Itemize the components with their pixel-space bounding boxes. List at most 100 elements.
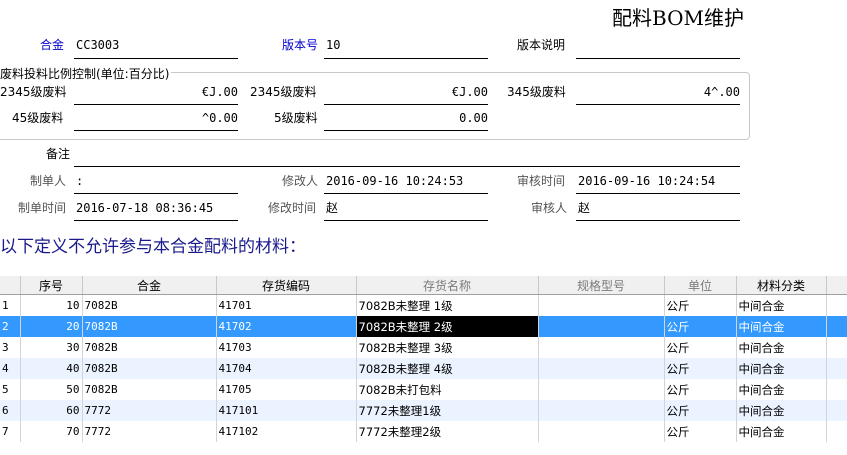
table-row[interactable]: 4 40 7082B 41704 7082B未整理 4级 公斤 中间合金: [0, 358, 847, 379]
waste-45-field[interactable]: ^0.00: [76, 110, 238, 126]
cell-spec[interactable]: [538, 400, 665, 421]
row-number[interactable]: 4: [0, 358, 21, 379]
table-row[interactable]: 6 60 7772 417101 7772未整理1级 公斤 中间合金: [0, 400, 847, 421]
waste-345-field[interactable]: 4^.00: [578, 84, 740, 100]
excluded-materials-grid[interactable]: 序号 合金 存货编码 存货名称 规格型号 单位 材料分类 1 10 7082B …: [0, 276, 847, 455]
cell-seq[interactable]: 10: [20, 294, 83, 316]
waste-5-label: 5级废料: [274, 111, 318, 125]
review-time-underline: [576, 193, 740, 194]
cell-category[interactable]: 中间合金: [736, 379, 827, 400]
row-number[interactable]: 1: [0, 294, 21, 316]
waste-2345-field-a[interactable]: €J.00: [76, 84, 238, 100]
table-row[interactable]: 1 10 7082B 41701 7082B未整理 1级 公斤 中间合金: [0, 294, 847, 316]
col-header-name[interactable]: 存货名称: [356, 276, 539, 295]
cell-seq[interactable]: 40: [20, 358, 83, 379]
col-header-seq[interactable]: 序号: [20, 276, 83, 295]
waste-2345-label-a: 2345级废料: [0, 85, 67, 99]
cell-spec[interactable]: [538, 379, 665, 400]
row-number[interactable]: 2: [0, 316, 21, 337]
cell-name[interactable]: 7772未整理1级: [356, 400, 539, 421]
cell-alloy[interactable]: 7082B: [82, 358, 217, 379]
cell-seq[interactable]: 30: [20, 337, 83, 358]
cell-name-active[interactable]: 7082B未整理 2级: [356, 316, 539, 337]
create-time-field[interactable]: 2016-07-18 08:36:45: [76, 200, 213, 216]
cell-alloy[interactable]: 7772: [82, 421, 217, 442]
cell-name[interactable]: 7082B未打包料: [356, 379, 539, 400]
modifier-field[interactable]: 2016-09-16 10:24:53: [326, 173, 463, 189]
cell-category[interactable]: 中间合金: [736, 316, 827, 337]
col-header-spec[interactable]: 规格型号: [538, 276, 665, 295]
alloy-label: 合金: [40, 38, 65, 52]
row-number[interactable]: 6: [0, 400, 21, 421]
cell-unit[interactable]: 公斤: [664, 316, 737, 337]
cell-category[interactable]: 中间合金: [736, 421, 827, 442]
col-header-category[interactable]: 材料分类: [736, 276, 827, 295]
col-header-unit[interactable]: 单位: [664, 276, 737, 295]
cell-spec[interactable]: [538, 421, 665, 442]
cell-name[interactable]: 7082B未整理 3级: [356, 337, 539, 358]
alloy-field-underline: [74, 58, 238, 59]
cell-alloy[interactable]: 7082B: [82, 316, 217, 337]
col-header-alloy[interactable]: 合金: [82, 276, 217, 295]
cell-unit[interactable]: 公斤: [664, 421, 737, 442]
cell-spec[interactable]: [538, 316, 665, 337]
modifier-label: 修改人: [282, 174, 319, 188]
waste-2345-underline-a: [74, 104, 238, 105]
cell-code[interactable]: 41701: [216, 294, 357, 316]
cell-unit[interactable]: 公斤: [664, 294, 737, 316]
version-desc-label: 版本说明: [517, 38, 566, 52]
table-row[interactable]: 5 50 7082B 41705 7082B未打包料 公斤 中间合金: [0, 379, 847, 400]
cell-unit[interactable]: 公斤: [664, 379, 737, 400]
table-row[interactable]: 3 30 7082B 41703 7082B未整理 3级 公斤 中间合金: [0, 337, 847, 358]
cell-code[interactable]: 41703: [216, 337, 357, 358]
waste-5-field[interactable]: 0.00: [326, 110, 488, 126]
cell-alloy[interactable]: 7082B: [82, 294, 217, 316]
cell-code[interactable]: 41704: [216, 358, 357, 379]
creator-field[interactable]: :: [76, 173, 83, 189]
reviewer-field[interactable]: 赵: [578, 200, 590, 216]
waste-5-underline: [324, 130, 488, 131]
waste-ratio-group-title: 废料投料比例控制(单位:百分比): [0, 65, 172, 82]
row-number[interactable]: 3: [0, 337, 21, 358]
waste-2345-field-b[interactable]: €J.00: [326, 84, 488, 100]
modify-time-underline: [324, 220, 488, 221]
create-time-underline: [74, 220, 238, 221]
cell-alloy[interactable]: 7082B: [82, 379, 217, 400]
cell-seq[interactable]: 50: [20, 379, 83, 400]
table-row-selected[interactable]: 2 20 7082B 41702 7082B未整理 2级 公斤 中间合金: [0, 316, 847, 337]
cell-name[interactable]: 7082B未整理 4级: [356, 358, 539, 379]
cell-alloy[interactable]: 7772: [82, 400, 217, 421]
cell-category[interactable]: 中间合金: [736, 337, 827, 358]
cell-spec[interactable]: [538, 358, 665, 379]
cell-name[interactable]: 7772未整理2级: [356, 421, 539, 442]
cell-unit[interactable]: 公斤: [664, 400, 737, 421]
review-time-field[interactable]: 2016-09-16 10:24:54: [578, 173, 715, 189]
modify-time-field[interactable]: 赵: [326, 200, 338, 216]
cell-alloy[interactable]: 7082B: [82, 337, 217, 358]
table-row[interactable]: 7 70 7772 417102 7772未整理2级 公斤 中间合金: [0, 421, 847, 442]
cell-code[interactable]: 41705: [216, 379, 357, 400]
cell-unit[interactable]: 公斤: [664, 358, 737, 379]
cell-unit[interactable]: 公斤: [664, 337, 737, 358]
cell-category[interactable]: 中间合金: [736, 294, 827, 316]
row-number[interactable]: 7: [0, 421, 21, 442]
cell-code[interactable]: 41702: [216, 316, 357, 337]
cell-spec[interactable]: [538, 294, 665, 316]
grid-header-row: 序号 合金 存货编码 存货名称 规格型号 单位 材料分类: [0, 276, 847, 295]
row-number[interactable]: 5: [0, 379, 21, 400]
version-field-underline: [324, 58, 488, 59]
col-header-code[interactable]: 存货编码: [216, 276, 357, 295]
waste-45-label: 45级废料: [12, 111, 64, 125]
cell-spec[interactable]: [538, 337, 665, 358]
version-field[interactable]: 10: [326, 37, 340, 53]
cell-name[interactable]: 7082B未整理 1级: [356, 294, 539, 316]
cell-category[interactable]: 中间合金: [736, 358, 827, 379]
cell-category[interactable]: 中间合金: [736, 400, 827, 421]
cell-code[interactable]: 417102: [216, 421, 357, 442]
alloy-field[interactable]: CC3003: [76, 37, 119, 53]
cell-code[interactable]: 417101: [216, 400, 357, 421]
waste-2345-underline-b: [324, 104, 488, 105]
cell-seq[interactable]: 60: [20, 400, 83, 421]
cell-seq[interactable]: 70: [20, 421, 83, 442]
cell-seq[interactable]: 20: [20, 316, 83, 337]
